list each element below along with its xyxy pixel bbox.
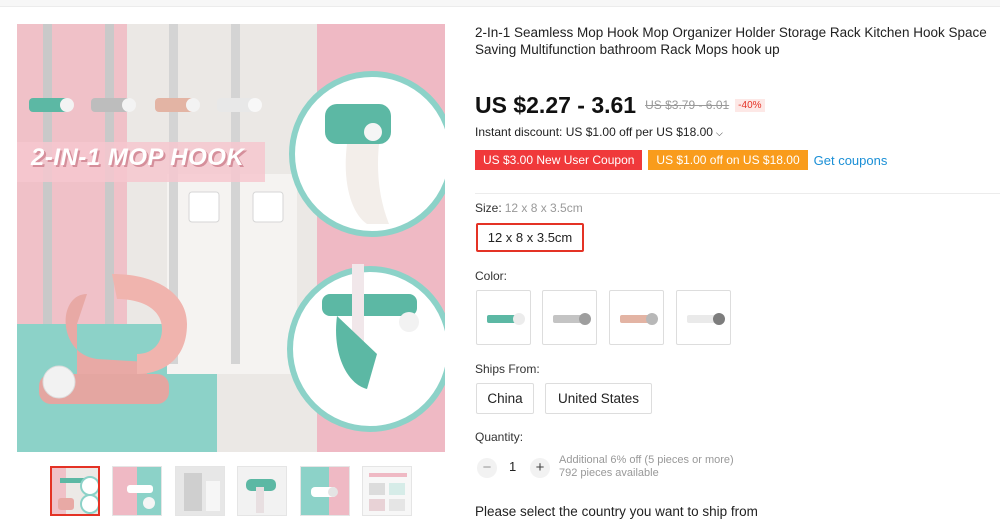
quantity-increase-button[interactable]: + bbox=[530, 458, 550, 478]
image-overlay-text: 2-IN-1 MOP HOOK bbox=[31, 144, 245, 171]
color-label: Color: bbox=[475, 269, 508, 283]
color-swatch-grey[interactable] bbox=[542, 290, 597, 345]
store-coupon[interactable]: US $1.00 off on US $18.00 bbox=[648, 150, 808, 170]
price-row: US $2.27 - 3.61 US $3.79 - 6.01 -40% bbox=[475, 88, 765, 122]
ship-from-message: Please select the country you want to sh… bbox=[475, 504, 758, 519]
color-swatch-pink[interactable] bbox=[609, 290, 664, 345]
thumbnail-1[interactable] bbox=[50, 466, 100, 516]
swatch-hook-knob bbox=[579, 313, 591, 325]
swatch-hook-knob bbox=[513, 313, 525, 325]
mop-hook-illustration bbox=[17, 24, 445, 452]
thumbnail-4[interactable] bbox=[237, 466, 287, 516]
ships-from-label: Ships From: bbox=[475, 362, 540, 376]
discount-badge: -40% bbox=[735, 98, 765, 112]
quantity-notes: Additional 6% off (5 pieces or more) 792… bbox=[559, 454, 734, 480]
divider bbox=[475, 193, 1000, 194]
quantity-value[interactable]: 1 bbox=[509, 459, 516, 474]
quantity-label: Quantity: bbox=[475, 430, 524, 444]
original-price: US $3.79 - 6.01 bbox=[645, 98, 730, 112]
thumbnail-strip bbox=[50, 466, 450, 520]
sale-price: US $2.27 - 3.61 bbox=[475, 91, 637, 118]
ships-from-united-states[interactable]: United States bbox=[545, 383, 652, 414]
color-swatch-white[interactable] bbox=[676, 290, 731, 345]
swatch-hook-knob bbox=[713, 313, 725, 325]
thumbnail-5[interactable] bbox=[300, 466, 350, 516]
quantity-decrease-button[interactable]: − bbox=[477, 458, 497, 478]
product-title: 2-In-1 Seamless Mop Hook Mop Organizer H… bbox=[475, 25, 987, 57]
color-swatch-green[interactable] bbox=[476, 290, 531, 345]
coupon-row: US $3.00 New User Coupon US $1.00 off on… bbox=[475, 150, 887, 170]
pieces-available: 792 pieces available bbox=[559, 467, 659, 479]
swatch-hook-knob bbox=[646, 313, 658, 325]
get-coupons-link[interactable]: Get coupons bbox=[814, 153, 888, 168]
size-label-row: Size: 12 x 8 x 3.5cm bbox=[475, 201, 583, 215]
top-strip bbox=[0, 0, 1000, 7]
size-label: Size: bbox=[475, 201, 502, 215]
new-user-coupon[interactable]: US $3.00 New User Coupon bbox=[475, 150, 643, 170]
thumbnail-2[interactable] bbox=[112, 466, 162, 516]
size-selected-value: 12 x 8 x 3.5cm bbox=[504, 201, 583, 215]
thumbnail-3[interactable] bbox=[175, 466, 225, 516]
size-option-selected[interactable]: 12 x 8 x 3.5cm bbox=[476, 223, 584, 252]
instant-discount[interactable]: Instant discount: US $1.00 off per US $1… bbox=[475, 125, 723, 139]
ships-from-china[interactable]: China bbox=[476, 383, 534, 414]
thumbnail-6[interactable] bbox=[362, 466, 412, 516]
instant-discount-text: Instant discount: US $1.00 off per US $1… bbox=[475, 125, 713, 139]
main-product-image[interactable]: 2-IN-1 MOP HOOK bbox=[17, 24, 445, 452]
chevron-down-icon: ⌵ bbox=[715, 128, 723, 138]
bulk-discount-note: Additional 6% off (5 pieces or more) bbox=[559, 454, 734, 466]
